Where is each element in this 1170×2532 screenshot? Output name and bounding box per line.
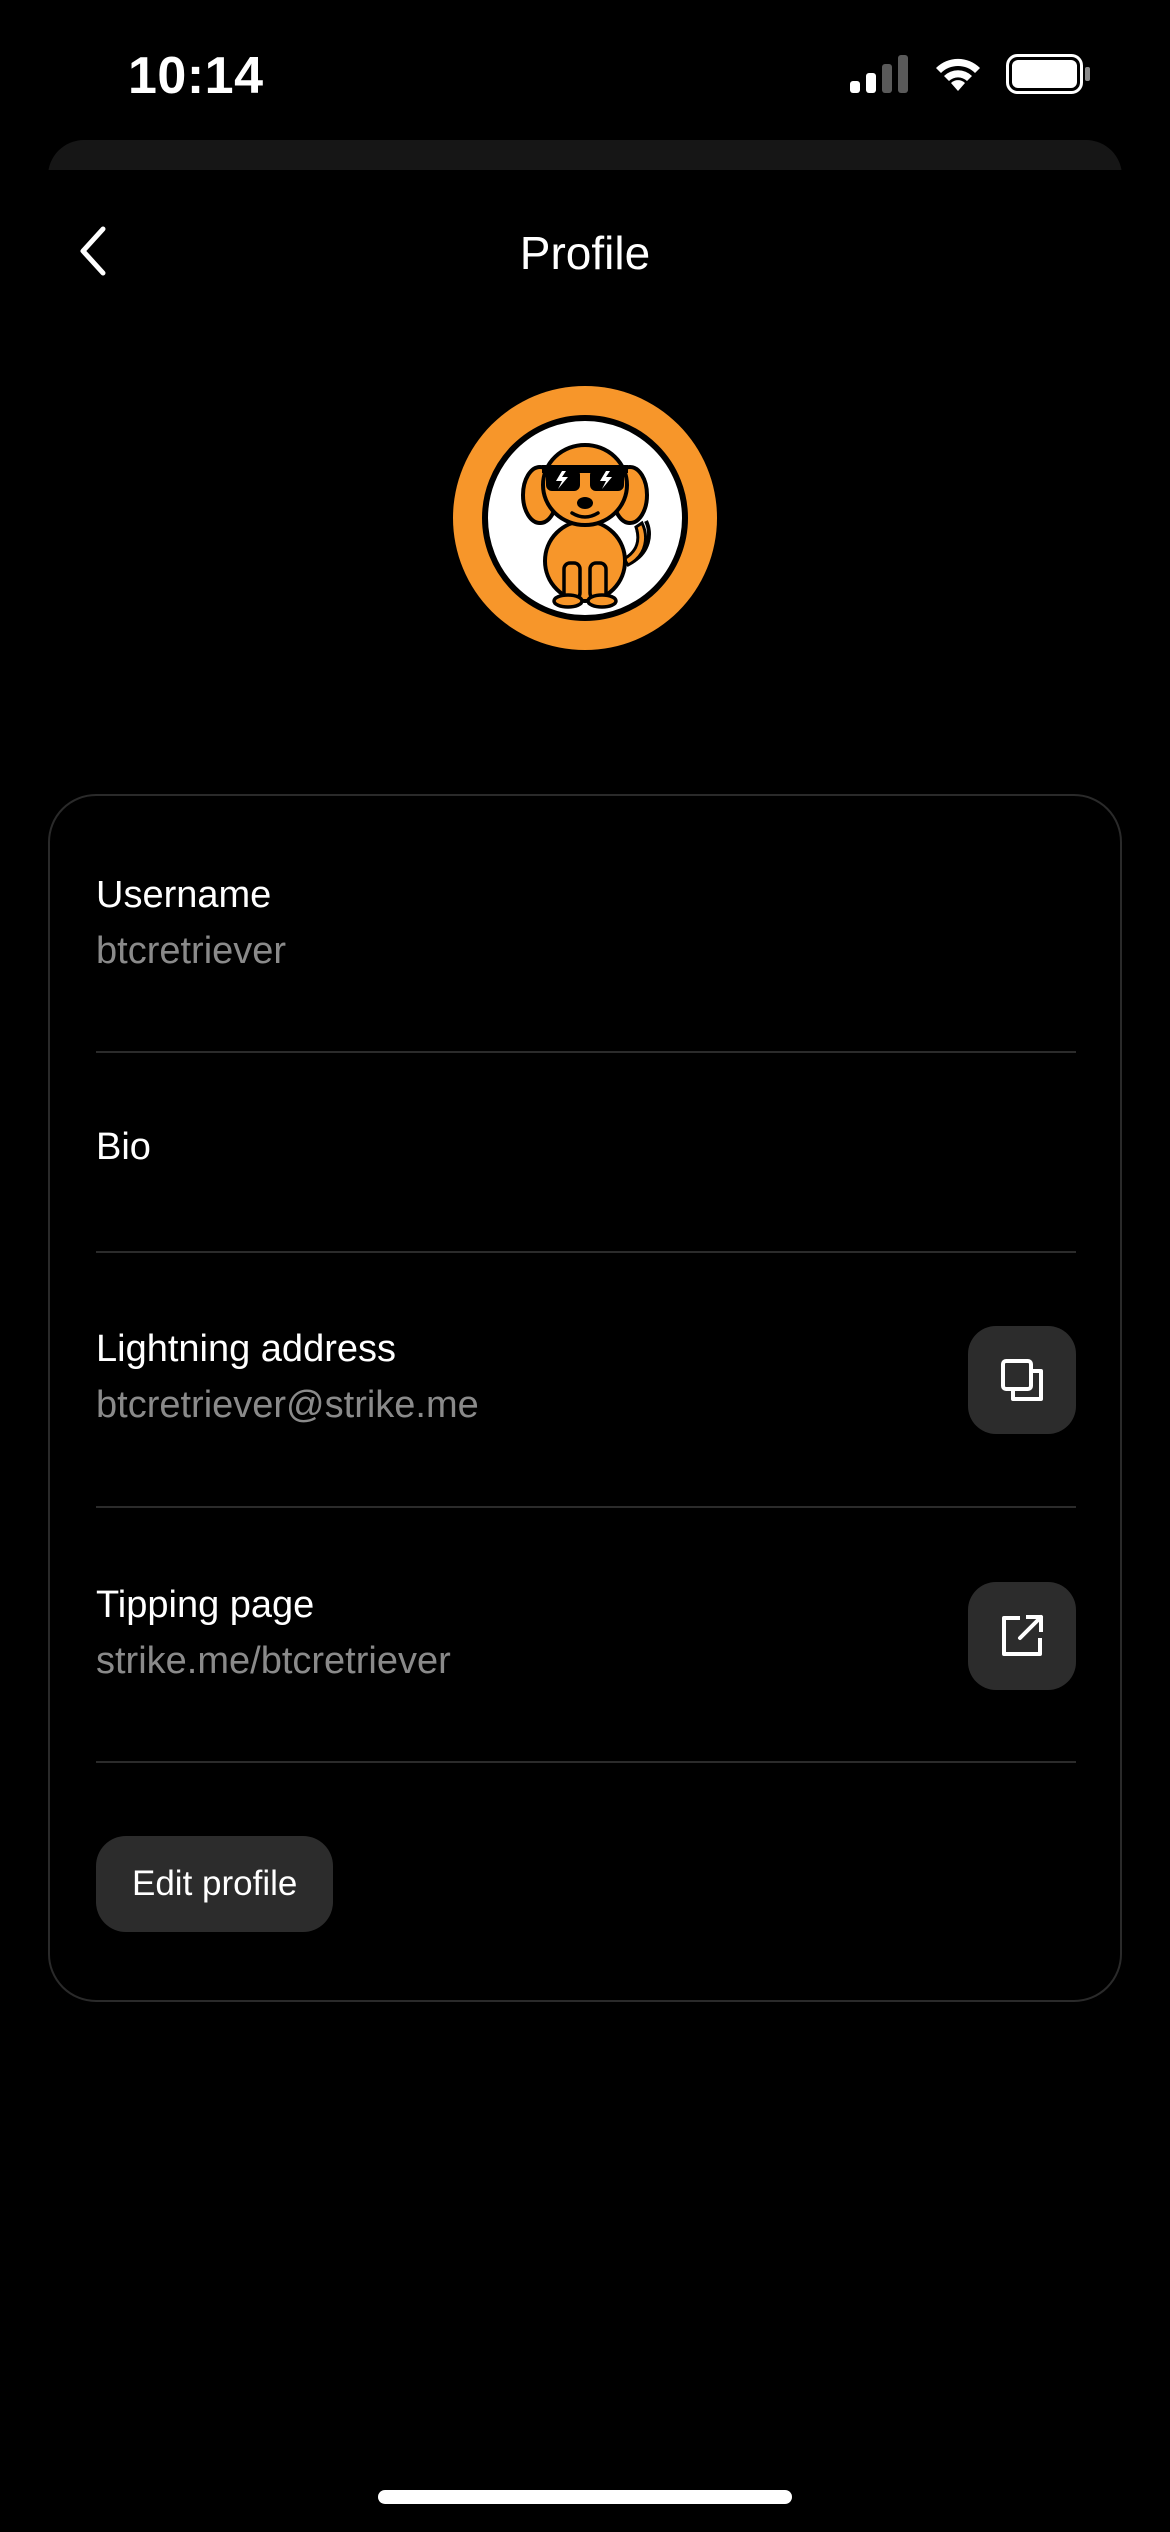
edit-profile-button[interactable]: Edit profile xyxy=(96,1836,334,1932)
wifi-icon xyxy=(936,58,980,91)
username-value: btcretriever xyxy=(96,930,287,972)
dog-avatar-icon xyxy=(521,443,651,609)
tipping-page-row: Tipping page strike.me/btcretriever xyxy=(96,1582,1076,1692)
battery-icon xyxy=(1006,54,1090,94)
divider xyxy=(96,1506,1076,1508)
status-icons xyxy=(850,54,1092,94)
avatar-image xyxy=(482,415,688,621)
status-time: 10:14 xyxy=(128,47,264,105)
lightning-address-label: Lightning address xyxy=(96,1328,396,1370)
lightning-address-row: Lightning address btcretriever@strike.me xyxy=(96,1326,1076,1436)
username-row: Username btcretriever xyxy=(96,872,1076,974)
external-link-icon xyxy=(1002,1615,1043,1656)
divider xyxy=(96,1251,1076,1253)
bio-label: Bio xyxy=(96,1126,151,1168)
open-tipping-page-button[interactable] xyxy=(968,1582,1076,1690)
avatar[interactable] xyxy=(453,386,717,650)
tipping-page-value: strike.me/btcretriever xyxy=(96,1640,451,1682)
lightning-address-value: btcretriever@strike.me xyxy=(96,1384,479,1426)
profile-card: Username btcretriever Bio Lightning addr… xyxy=(48,794,1122,2002)
signal-icon xyxy=(850,55,908,93)
tipping-page-label: Tipping page xyxy=(96,1584,315,1626)
copy-icon xyxy=(1001,1359,1043,1401)
page-title: Profile xyxy=(519,227,651,279)
copy-lightning-address-button[interactable] xyxy=(968,1326,1076,1434)
username-label: Username xyxy=(96,874,272,916)
bio-row: Bio xyxy=(96,1124,1076,1170)
home-indicator[interactable] xyxy=(378,2490,792,2504)
status-bar: 10:14 xyxy=(0,0,1170,150)
divider xyxy=(96,1761,1076,1763)
divider xyxy=(96,1051,1076,1053)
